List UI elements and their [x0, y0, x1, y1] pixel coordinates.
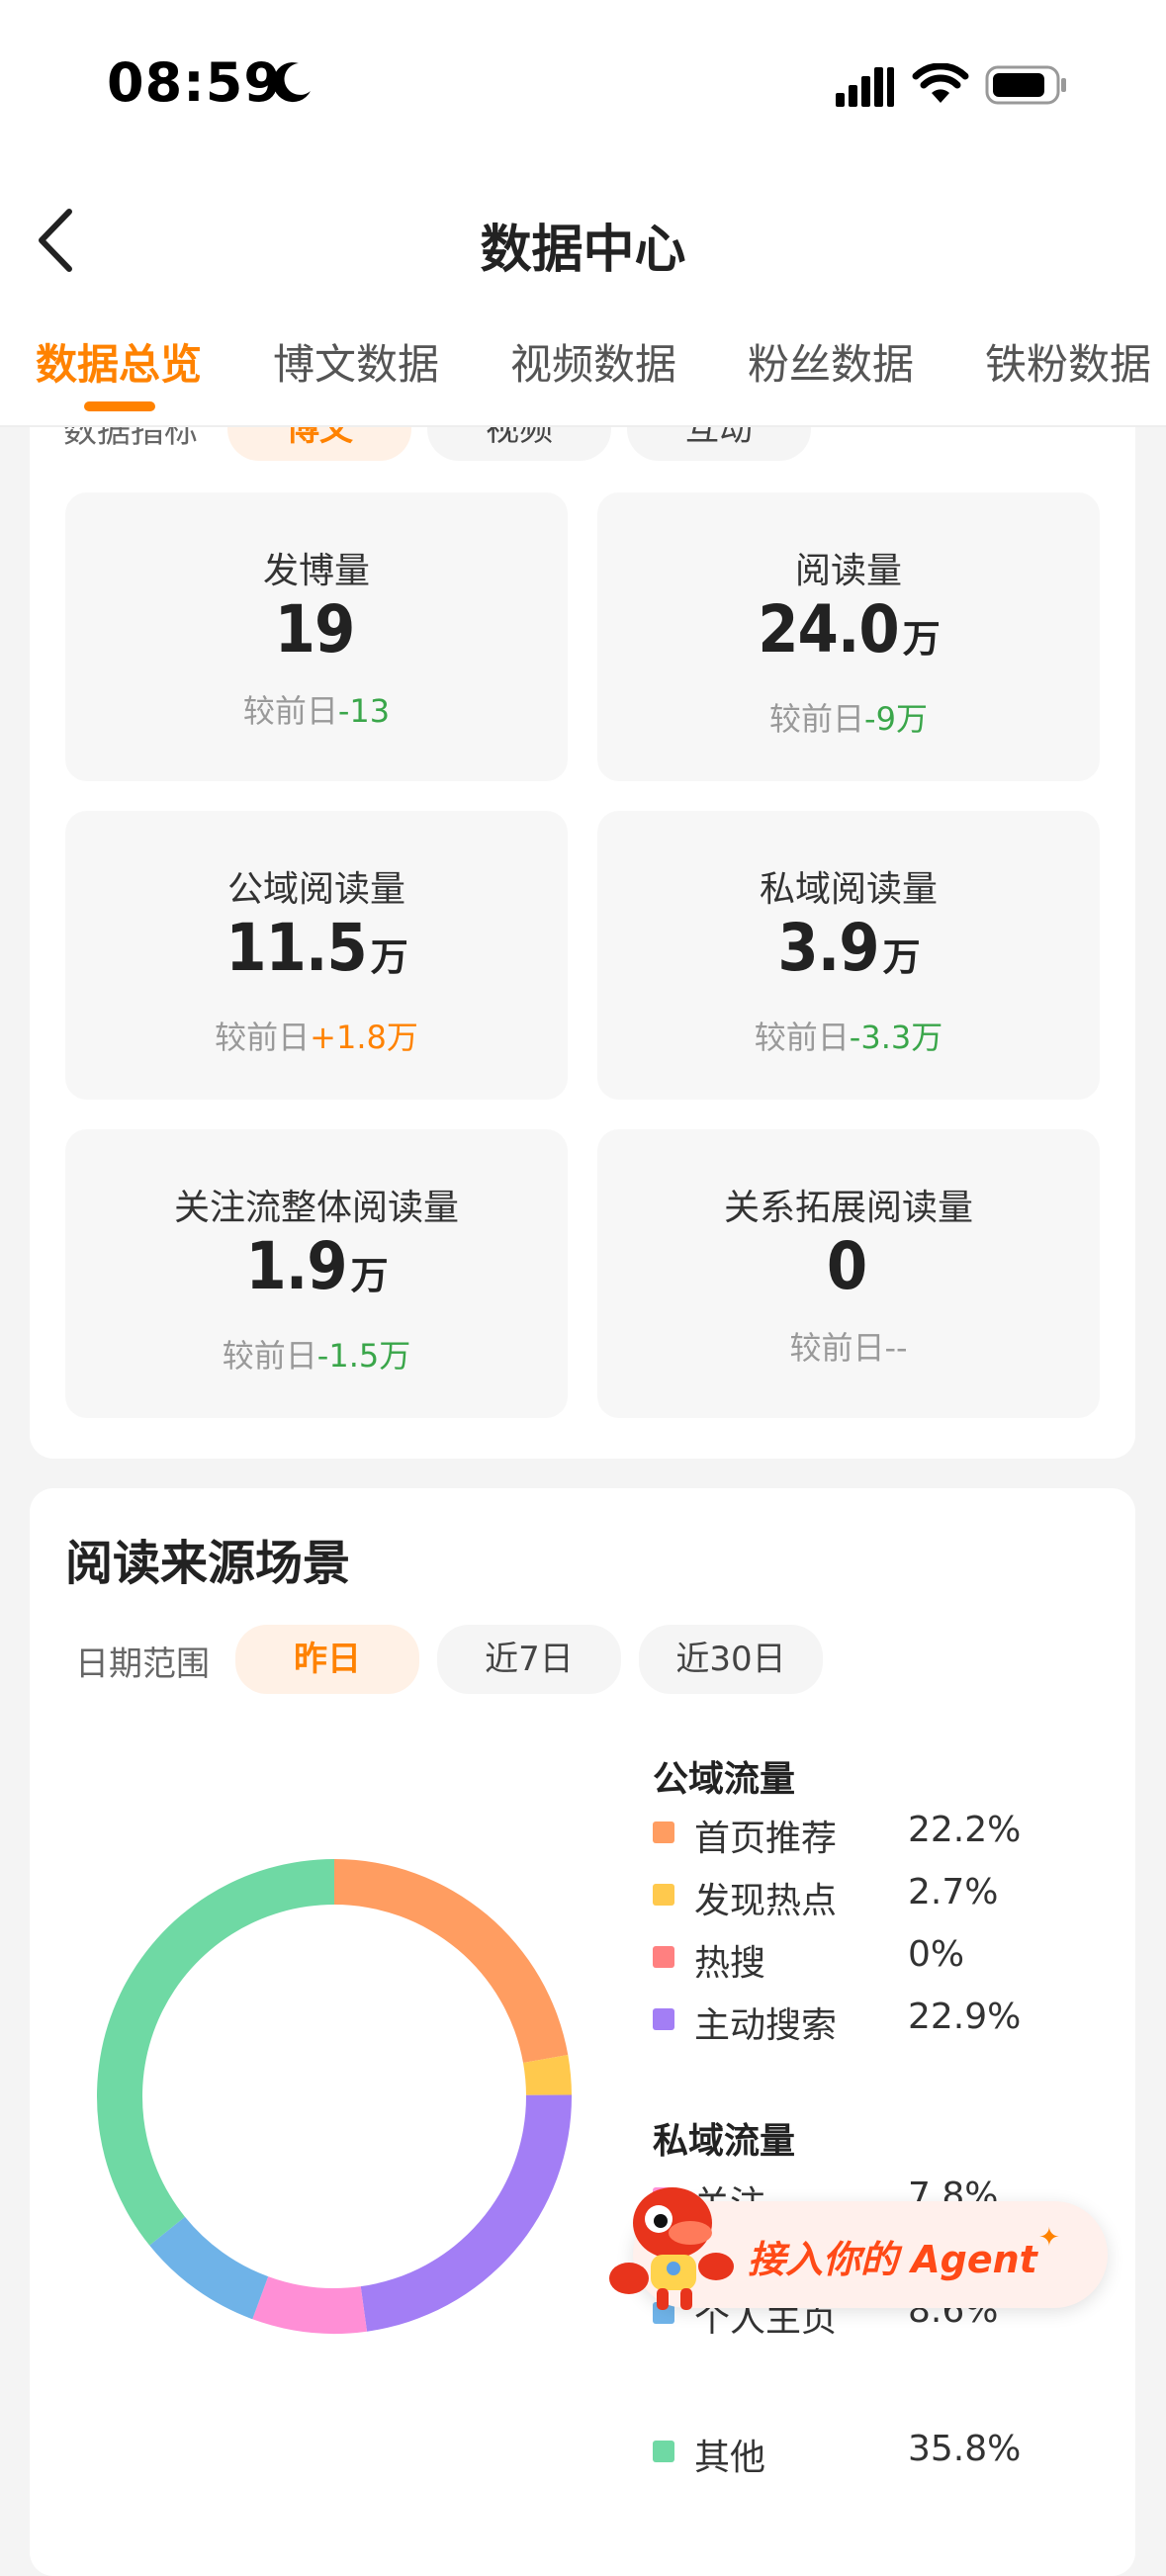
metric-label: 发博量 [262, 551, 370, 591]
moon-icon [273, 62, 311, 103]
wifi-icon [912, 63, 969, 103]
section-title: 阅读来源场景 [65, 1536, 351, 1591]
legend-swatch [653, 2441, 674, 2462]
legend-swatch [653, 1946, 674, 1968]
battery-icon [985, 65, 1066, 105]
donut-slice-3 [360, 2094, 572, 2332]
tab-iron-fans-data[interactable]: 铁粉数据 [985, 331, 1151, 392]
legend-value: 0% [908, 1934, 965, 1975]
metric-compare: 较前日-1.5万 [222, 1337, 411, 1375]
legend-swatch [653, 1884, 674, 1906]
metric-label: 私域阅读量 [759, 869, 938, 910]
metric-label: 关注流整体阅读量 [173, 1188, 459, 1228]
metric-value: 1.9 万 [245, 1228, 388, 1304]
legend-public-title: 公域流量 [653, 1759, 796, 1800]
agent-banner-text: 接入你的 Agent [748, 2238, 1037, 2281]
metric-compare: 较前日-9万 [769, 700, 928, 738]
tab-active-indicator [84, 401, 155, 411]
legend-name: 发现热点 [694, 1881, 838, 1921]
metric-label: 公域阅读量 [226, 869, 405, 910]
metric-value: 24.0 万 [758, 591, 941, 667]
status-time: 08:59 [107, 51, 282, 114]
metric-value: 11.5 万 [225, 910, 408, 986]
metric-value: 0 [826, 1228, 867, 1304]
metric-label: 关系拓展阅读量 [723, 1188, 973, 1228]
sparkle-icon: ✦ [1038, 2223, 1060, 2253]
legend-value: 22.2% [908, 1810, 1022, 1850]
metric-private-read: 私域阅读量 3.9 万 较前日-3.3万 [597, 811, 1100, 1100]
legend-name: 热搜 [694, 1943, 766, 1984]
donut-slice-4 [252, 2276, 368, 2334]
read-source-donut-chart [96, 1859, 572, 2334]
legend-name: 其他 [694, 2438, 766, 2478]
metrics-card: 数据指标 博文 视频 互动 发博量 19 较前日-13 阅读量 24.0 万 较前… [30, 376, 1135, 1459]
donut-slice-6 [96, 1859, 334, 2246]
metric-relation-read: 关系拓展阅读量 0 较前日-- [597, 1129, 1100, 1418]
page-title: 数据中心 [480, 221, 686, 280]
legend-name: 主动搜索 [694, 2005, 838, 2046]
mascot-icon[interactable] [603, 2172, 752, 2320]
metric-compare: 较前日+1.8万 [215, 1019, 418, 1056]
legend-item: 主动搜索 22.9% [653, 1997, 1068, 2046]
legend-item: 其他 35.8% [653, 2429, 1068, 2478]
legend-value: 2.7% [908, 1872, 999, 1912]
chip-last-30-days[interactable]: 近30日 [639, 1625, 823, 1694]
tab-bar: 数据总览 博文数据 视频数据 粉丝数据 铁粉数据 [0, 331, 1166, 400]
metric-post-count: 发博量 19 较前日-13 [65, 492, 568, 781]
date-range-label: 日期范围 [75, 1644, 210, 1684]
tab-post-data[interactable]: 博文数据 [273, 331, 439, 392]
metric-compare: 较前日-- [789, 1329, 908, 1367]
top-bar: 08:59 数据中心 数据总览 博文数据 视频数据 粉丝数据 铁粉数据 [0, 0, 1166, 427]
signal-icon [836, 67, 894, 107]
tab-overview[interactable]: 数据总览 [36, 331, 202, 392]
legend-item: 发现热点 2.7% [653, 1872, 1068, 1921]
legend-value: 22.9% [908, 1997, 1022, 2037]
legend-value: 35.8% [908, 2429, 1022, 2469]
metric-read-count: 阅读量 24.0 万 较前日-9万 [597, 492, 1100, 781]
legend-swatch [653, 2008, 674, 2030]
metric-value: 3.9 万 [777, 910, 920, 986]
metric-compare: 较前日-3.3万 [754, 1019, 943, 1056]
tab-fans-data[interactable]: 粉丝数据 [748, 331, 914, 392]
chip-yesterday[interactable]: 昨日 [235, 1625, 419, 1694]
legend-swatch [653, 1821, 674, 1843]
legend-item: 首页推荐 22.2% [653, 1810, 1068, 1859]
chip-last-7-days[interactable]: 近7日 [437, 1625, 621, 1694]
legend-name: 首页推荐 [694, 1819, 838, 1859]
donut-slice-5 [149, 2216, 269, 2320]
metric-value: 19 [274, 591, 356, 667]
metric-label: 阅读量 [794, 551, 902, 591]
metric-follow-feed-read: 关注流整体阅读量 1.9 万 较前日-1.5万 [65, 1129, 568, 1418]
legend-private-title: 私域流量 [653, 2121, 796, 2162]
tab-video-data[interactable]: 视频数据 [510, 331, 676, 392]
metric-compare: 较前日-13 [242, 692, 391, 730]
donut-slice-0 [334, 1859, 569, 2064]
legend-item: 热搜 0% [653, 1934, 1068, 1984]
metric-public-read: 公域阅读量 11.5 万 较前日+1.8万 [65, 811, 568, 1100]
